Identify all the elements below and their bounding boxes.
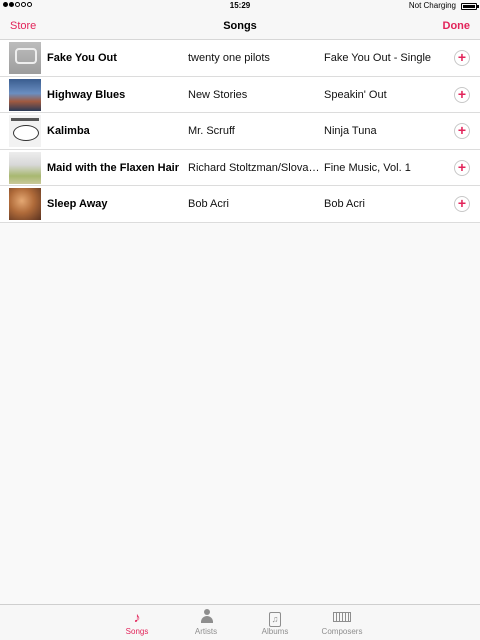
tab-label: Composers — [321, 627, 363, 636]
add-song-button[interactable]: + — [454, 50, 470, 66]
song-album: Fine Music, Vol. 1 — [324, 161, 411, 174]
add-song-button[interactable]: + — [454, 86, 470, 103]
tab-bar: ♪ Songs Artists ♫ Albums Composers — [0, 604, 480, 640]
navigation-bar: Store Songs Done — [0, 12, 480, 40]
tab-label: Artists — [194, 627, 218, 636]
tab-artists[interactable]: Artists — [176, 609, 236, 636]
piano-icon — [333, 612, 351, 622]
tab-composers[interactable]: Composers — [312, 609, 372, 636]
song-row[interactable]: Maid with the Flaxen Hair Richard Stoltz… — [0, 150, 480, 187]
song-artist: Bob Acri — [188, 198, 229, 211]
song-title: Kalimba — [47, 125, 90, 138]
song-artist: Richard Stoltzman/Slovak Radio Symphony … — [188, 161, 320, 174]
song-title: Highway Blues — [47, 88, 126, 101]
music-note-icon: ♪ — [133, 609, 141, 625]
song-album: Bob Acri — [324, 198, 365, 211]
done-button[interactable]: Done — [443, 20, 471, 32]
song-title: Fake You Out — [47, 52, 117, 64]
add-song-button[interactable]: + — [454, 123, 470, 140]
song-title: Maid with the Flaxen Hair — [47, 161, 180, 174]
album-art — [9, 115, 41, 148]
battery-icon — [461, 3, 479, 10]
tab-albums[interactable]: ♫ Albums — [245, 609, 305, 636]
song-row[interactable]: Highway Blues New Stories Speakin' Out + — [0, 77, 480, 114]
song-list: Fake You Out twenty one pilots Fake You … — [0, 40, 480, 223]
charging-status: Not Charging — [408, 1, 456, 10]
song-artist: Mr. Scruff — [188, 125, 235, 138]
album-icon: ♫ — [269, 612, 281, 627]
tab-label: Albums — [261, 627, 289, 636]
song-row[interactable]: Fake You Out twenty one pilots Fake You … — [0, 40, 480, 77]
add-song-button[interactable]: + — [454, 159, 470, 176]
add-song-button[interactable]: + — [454, 196, 470, 213]
song-title: Sleep Away — [47, 198, 108, 211]
song-row[interactable]: Sleep Away Bob Acri Bob Acri + — [0, 186, 480, 223]
page-title: Songs — [223, 20, 257, 32]
empty-list-area — [0, 224, 480, 604]
song-artist: twenty one pilots — [188, 52, 270, 64]
album-art — [9, 78, 41, 111]
tab-label: Songs — [125, 627, 149, 636]
song-row[interactable]: Kalimba Mr. Scruff Ninja Tuna + — [0, 113, 480, 150]
person-icon — [199, 609, 213, 623]
status-bar: 15:29 Not Charging — [0, 0, 480, 12]
song-album: Ninja Tuna — [324, 125, 377, 138]
song-artist: New Stories — [188, 88, 248, 101]
album-art — [9, 151, 41, 184]
song-album: Fake You Out - Single — [324, 52, 432, 64]
song-album: Speakin' Out — [324, 88, 387, 101]
tab-songs[interactable]: ♪ Songs — [107, 609, 167, 636]
album-art — [9, 188, 41, 221]
album-art — [9, 42, 41, 74]
